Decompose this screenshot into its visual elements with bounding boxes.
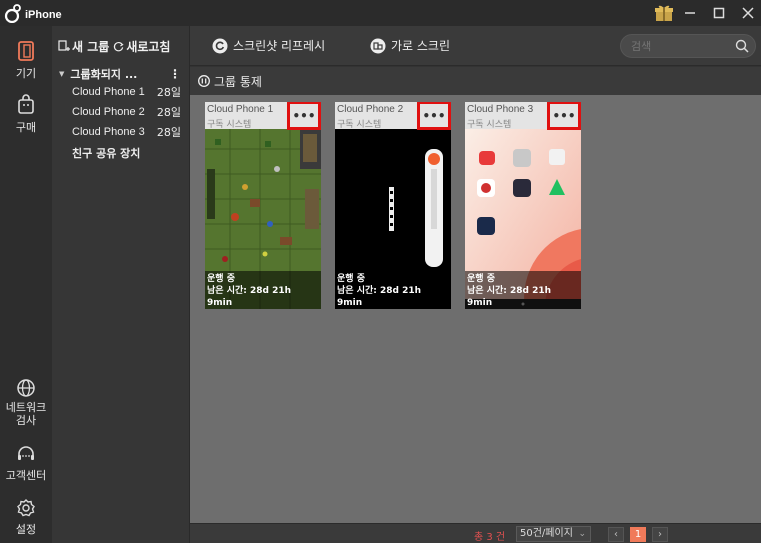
minimize-icon[interactable] (676, 0, 704, 26)
new-group-button[interactable]: 새 그룹 (58, 38, 109, 55)
gear-icon (17, 499, 35, 517)
shared-devices-item[interactable]: 친구 공유 장치 (52, 142, 189, 164)
close-icon[interactable] (734, 0, 761, 26)
remaining-time: 남은 시간: 28d 21h 9min (337, 286, 422, 308)
group-panel: 새 그룹 새로고침 ▼ 그룹화되지 ... ⋮ Cloud Phone 1 28… (52, 26, 190, 543)
card-title: Cloud Phone 1 (207, 104, 274, 115)
headset-icon (18, 446, 34, 460)
sidebar-item-label: 고객센터 (5, 469, 47, 482)
device-icon (18, 41, 34, 61)
card-subtitle: 구독 시스템 (467, 120, 512, 130)
sidebar-item-label: 설정 (15, 523, 37, 536)
group-control-label: 그룹 통제 (214, 74, 262, 89)
screenshot-refresh-button[interactable]: 스크린샷 리프레시 (212, 37, 325, 54)
total-count: 총 3 건 (474, 532, 506, 543)
sidebar-item-devices[interactable]: 기기 (0, 40, 52, 81)
title-bar: iPhone (0, 0, 761, 26)
group-menu-icon[interactable]: ⋮ (169, 67, 181, 81)
refresh-label: 새로고침 (126, 39, 171, 54)
card-status: 운행 중 남은 시간: 28d 21h 9min 34s (465, 271, 581, 309)
status-text: 운행 중 (467, 274, 495, 284)
current-page-button[interactable]: 1 (630, 527, 646, 542)
refresh-icon (114, 41, 124, 51)
maximize-icon[interactable] (705, 0, 733, 26)
search-box (620, 34, 756, 58)
gift-icon[interactable] (650, 0, 678, 26)
new-group-icon (58, 40, 70, 51)
app-logo: iPhone (4, 3, 62, 23)
sidebar-item-support[interactable]: 고객센터 (0, 444, 52, 483)
sidebar-item-purchase[interactable]: 구매 (0, 94, 52, 135)
cart-icon (18, 94, 34, 114)
group-control-icon (198, 75, 210, 87)
main-toolbar: 스크린샷 리프레시 가로 스크린 (190, 26, 761, 66)
logo-icon (4, 4, 21, 23)
card-title: Cloud Phone 2 (337, 104, 404, 115)
pagination-bar: 총 3 건 50건/페이지 ⌄ ‹ 1 › (190, 523, 761, 543)
sidebar-item-settings[interactable]: 설정 (0, 498, 52, 537)
sidebar-item-label: 기기 (15, 67, 37, 80)
card-subtitle: 구독 시스템 (207, 120, 252, 130)
sidebar-item-label: 네트워크 검사 (5, 401, 47, 427)
group-toolbar: 새 그룹 새로고침 (52, 26, 189, 66)
next-page-button[interactable]: › (652, 527, 668, 542)
landscape-label: 가로 스크린 (391, 39, 451, 53)
phone-name: Cloud Phone 1 (72, 86, 145, 98)
device-card[interactable]: Cloud Phone 1 구독 시스템 ••• 운행 중 남은 시간: 28d… (205, 102, 321, 309)
landscape-icon (370, 38, 386, 53)
screenshot-refresh-label: 스크린샷 리프레시 (233, 39, 326, 53)
sidebar-item-label: 구매 (15, 121, 37, 134)
main-sidebar: 기기 구매 네트워크 검사 고객센터 설정 (0, 26, 52, 543)
device-card[interactable]: Cloud Phone 2 구독 시스템 ••• 운행 중 남은 시간: 28d… (335, 102, 451, 309)
prev-page-button[interactable]: ‹ (608, 527, 624, 542)
caret-down-icon[interactable]: ▼ (59, 70, 64, 78)
search-input[interactable] (621, 35, 731, 58)
card-status: 운행 중 남은 시간: 28d 21h 9min 34s (205, 271, 321, 309)
chevron-down-icon: ⌄ (578, 529, 586, 539)
group-name: 그룹화되지 ... (70, 68, 138, 81)
list-item[interactable]: Cloud Phone 1 28일 (52, 82, 189, 102)
sidebar-item-network-check[interactable]: 네트워크 검사 (0, 378, 52, 427)
device-card[interactable]: Cloud Phone 3 구독 시스템 ••• 운행 중 남은 시간: 28d… (465, 102, 581, 309)
phone-name: Cloud Phone 2 (72, 106, 145, 118)
phone-days: 28일 (156, 106, 181, 119)
more-button[interactable]: ••• (417, 102, 451, 130)
group-control-bar[interactable]: 그룹 통제 (190, 67, 761, 95)
search-icon[interactable] (735, 39, 749, 53)
app-name: iPhone (25, 9, 62, 21)
phone-days: 28일 (156, 126, 181, 139)
new-group-label: 새 그룹 (72, 39, 110, 54)
landscape-button[interactable]: 가로 스크린 (370, 37, 450, 54)
page-size-value: 50건/페이지 (520, 528, 573, 539)
card-title: Cloud Phone 3 (467, 104, 534, 115)
remaining-time: 남은 시간: 28d 21h 9min (467, 286, 552, 308)
more-button[interactable]: ••• (547, 102, 581, 130)
remaining-time: 남은 시간: 28d 21h 9min (207, 286, 292, 308)
group-header[interactable]: ▼ 그룹화되지 ... ⋮ (52, 66, 189, 82)
phone-name: Cloud Phone 3 (72, 126, 145, 138)
device-grid: Cloud Phone 1 구독 시스템 ••• 운행 중 남은 시간: 28d… (190, 95, 761, 523)
phone-days: 28일 (156, 86, 181, 99)
screenshot-refresh-icon (212, 38, 228, 53)
status-text: 운행 중 (337, 274, 365, 284)
card-subtitle: 구독 시스템 (337, 120, 382, 130)
list-item[interactable]: Cloud Phone 2 28일 (52, 102, 189, 122)
refresh-button[interactable]: 새로고침 (113, 38, 170, 55)
globe-icon (17, 379, 35, 397)
page-size-select[interactable]: 50건/페이지 ⌄ (516, 526, 591, 542)
card-status: 운행 중 남은 시간: 28d 21h 9min 34s (335, 271, 451, 309)
list-item[interactable]: Cloud Phone 3 28일 (52, 122, 189, 142)
more-button[interactable]: ••• (287, 102, 321, 130)
status-text: 운행 중 (207, 274, 235, 284)
app-window: iPhone 기기 구매 네트워크 검사 고객센터 설정 새 그룹 새로고침 ▼… (0, 0, 761, 543)
